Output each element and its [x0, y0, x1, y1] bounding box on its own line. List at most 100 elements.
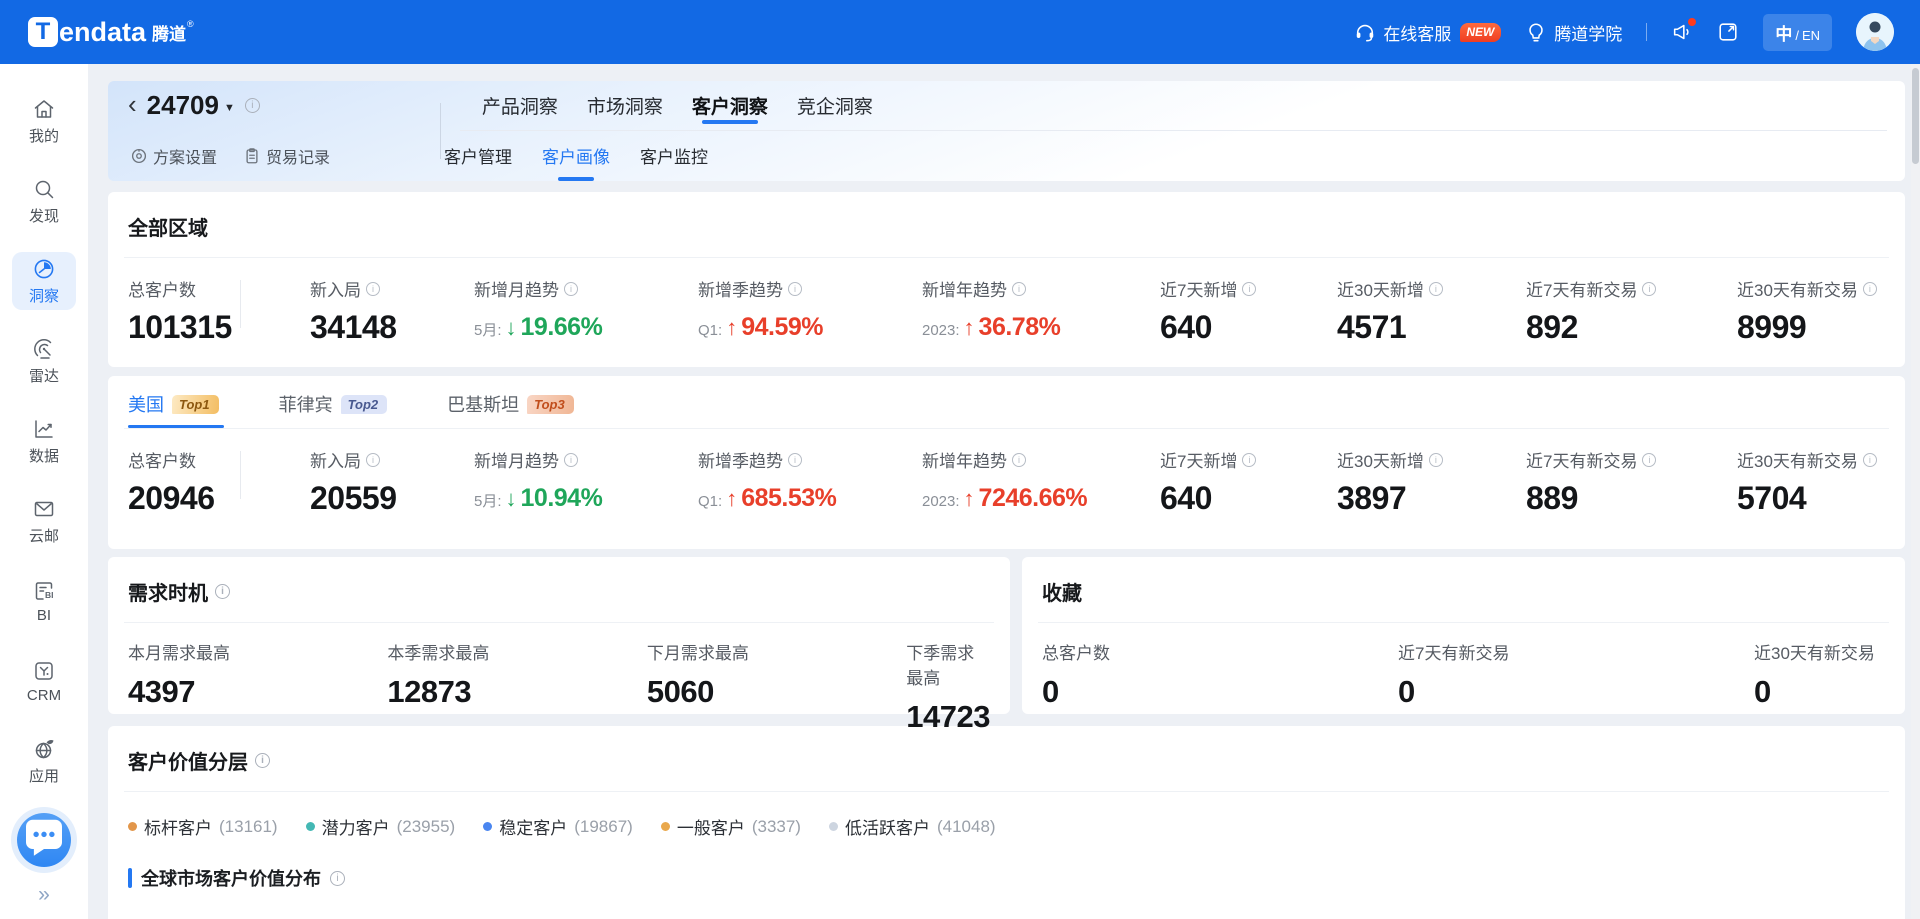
language-switcher[interactable]: 中 / EN — [1763, 14, 1832, 51]
tab-competitor-insight[interactable]: 竞企洞察 — [797, 81, 873, 130]
legend-count: (41048) — [937, 817, 996, 837]
demand-stats: 本月需求最高 4397 本季需求最高 12873 下月需求最高 5060 — [124, 623, 994, 735]
legend-general-customers[interactable]: 一般客户 (3337) — [661, 814, 801, 839]
info-icon[interactable]: i — [1429, 453, 1443, 467]
subtab-customer-management[interactable]: 客户管理 — [444, 130, 512, 181]
country-stats: 总客户数 20946 新入局 i 20559 新增月趋势 i 5月: ↓ — [124, 429, 1889, 517]
plan-id[interactable]: 24709 — [147, 90, 219, 121]
info-icon[interactable]: i — [1242, 453, 1256, 467]
trend-value: 5月: ↓ 19.66% — [474, 313, 698, 342]
stat-label-text: 近7天有新交易 — [1398, 639, 1509, 664]
info-icon[interactable]: i — [564, 453, 578, 467]
info-icon[interactable]: i — [788, 453, 802, 467]
country-tab-usa[interactable]: 美国 Top1 — [128, 394, 219, 428]
trend-value: 5月: ↓ 10.94% — [474, 484, 698, 513]
country-tab-pakistan[interactable]: 巴基斯坦 Top3 — [447, 394, 574, 428]
scrollbar-thumb[interactable] — [1912, 68, 1919, 164]
vertical-scrollbar[interactable] — [1911, 64, 1920, 919]
stat-label: 本季需求最高 — [387, 639, 646, 664]
info-icon[interactable]: i — [1642, 282, 1656, 296]
info-icon[interactable]: i — [1429, 282, 1443, 296]
back-chevron-icon[interactable]: ‹ — [128, 91, 137, 117]
tab-market-insight[interactable]: 市场洞察 — [587, 81, 663, 130]
arrow-up-icon: ↑ — [726, 315, 737, 341]
stat-value: 0 — [1754, 674, 1885, 710]
sidebar-item-discover[interactable]: 发现 — [12, 172, 76, 230]
stat-label-text: 近30天有新交易 — [1737, 276, 1858, 301]
legend-benchmark-customers[interactable]: 标杆客户 (13161) — [128, 814, 278, 839]
sidebar-item-bi[interactable]: BI BI — [12, 572, 76, 630]
arrow-up-icon: ↑ — [964, 315, 975, 341]
plan-info-icon[interactable]: i — [245, 98, 260, 113]
stat-label-text: 新增年趋势 — [922, 447, 1007, 472]
stat-label-text: 新增年趋势 — [922, 276, 1007, 301]
info-icon[interactable]: i — [788, 282, 802, 296]
fullscreen-button[interactable] — [1717, 21, 1739, 43]
info-icon[interactable]: i — [1012, 282, 1026, 296]
info-icon[interactable]: i — [215, 584, 230, 599]
plan-settings-label: 方案设置 — [153, 144, 217, 168]
sidebar-item-apps[interactable]: 应用 — [12, 732, 76, 790]
chat-support-fab[interactable] — [17, 813, 71, 867]
stat-label: 新增季趋势 i — [698, 276, 922, 301]
favorites-card: 收藏 总客户数 0 近7天有新交易 0 近30 — [1022, 557, 1905, 714]
stat-new-7d: 近7天新增 i 640 — [1160, 445, 1337, 517]
info-icon[interactable]: i — [1242, 282, 1256, 296]
sidebar-item-insight[interactable]: 洞察 — [12, 252, 76, 310]
sidebar-item-mail[interactable]: 云邮 — [12, 492, 76, 550]
trend-prefix: 5月: — [474, 490, 502, 511]
user-avatar[interactable] — [1856, 13, 1894, 51]
stat-label-text: 近7天新增 — [1160, 276, 1237, 301]
legend-potential-customers[interactable]: 潜力客户 (23955) — [306, 814, 456, 839]
section-title-text: 需求时机 — [128, 577, 208, 606]
info-icon[interactable]: i — [1863, 453, 1877, 467]
stat-label: 新增月趋势 i — [474, 447, 698, 472]
nav-row-bottom: 方案设置 贸易记录 客户管理 客户画像 — [108, 130, 1905, 181]
stat-value: 3897 — [1337, 480, 1526, 517]
chevron-down-icon[interactable]: ▼ — [224, 102, 235, 114]
subtab-label: 客户监控 — [640, 143, 708, 168]
announcement-button[interactable] — [1671, 21, 1693, 43]
sidebar-item-radar[interactable]: 雷达 — [12, 332, 76, 390]
legend-low-activity-customers[interactable]: 低活跃客户 (41048) — [829, 814, 996, 839]
demand-favorites-row: 需求时机 i 本月需求最高 4397 本季需求最高 12873 — [108, 557, 1905, 714]
lang-zh: 中 — [1775, 20, 1792, 45]
sidebar-collapse-toggle[interactable]: » — [38, 884, 50, 905]
subtab-customer-monitor[interactable]: 客户监控 — [640, 130, 708, 181]
all-region-stats: 总客户数 101315 新入局 i 34148 新增月趋势 i 5月: ↓ — [124, 258, 1889, 346]
info-icon[interactable]: i — [1642, 453, 1656, 467]
sidebar-label: 云邮 — [29, 525, 59, 546]
stat-label: 总客户数 — [128, 276, 310, 301]
info-icon[interactable]: i — [564, 282, 578, 296]
subtab-customer-profile[interactable]: 客户画像 — [542, 130, 610, 181]
plan-settings-button[interactable]: 方案设置 — [130, 144, 217, 168]
search-icon — [32, 177, 56, 201]
academy-button[interactable]: 腾道学院 — [1525, 20, 1622, 45]
sidebar-item-mine[interactable]: 我的 — [12, 92, 76, 150]
sidebar-label: 我的 — [29, 125, 59, 146]
logo-cn-text: 腾道 — [152, 20, 186, 45]
top3-badge: Top3 — [527, 395, 574, 414]
info-icon[interactable]: i — [255, 753, 270, 768]
stat-label: 近30天新增 i — [1337, 276, 1526, 301]
info-icon[interactable]: i — [366, 453, 380, 467]
country-tab-philippines[interactable]: 菲律宾 Top2 — [279, 394, 388, 428]
stat-label: 近30天有新交易 i — [1737, 276, 1885, 301]
trend-value: Q1: ↑ 685.53% — [698, 484, 922, 513]
logo-text: endata — [59, 17, 146, 48]
sidebar-item-crm[interactable]: CRM — [12, 652, 76, 710]
sidebar-item-data[interactable]: 数据 — [12, 412, 76, 470]
info-icon[interactable]: i — [1863, 282, 1877, 296]
info-icon[interactable]: i — [366, 282, 380, 296]
tab-product-insight[interactable]: 产品洞察 — [482, 81, 558, 130]
info-icon[interactable]: i — [330, 871, 345, 886]
tendata-logo[interactable]: T endata 腾道 ® — [28, 17, 193, 48]
legend-label: 稳定客户 — [499, 814, 567, 839]
online-service-button[interactable]: 在线客服 NEW — [1354, 20, 1501, 45]
legend-stable-customers[interactable]: 稳定客户 (19867) — [483, 814, 633, 839]
tab-customer-insight[interactable]: 客户洞察 — [692, 81, 768, 130]
legend-dot — [128, 822, 137, 831]
trade-records-button[interactable]: 贸易记录 — [243, 144, 330, 168]
sidebar-label: 雷达 — [29, 365, 59, 386]
info-icon[interactable]: i — [1012, 453, 1026, 467]
